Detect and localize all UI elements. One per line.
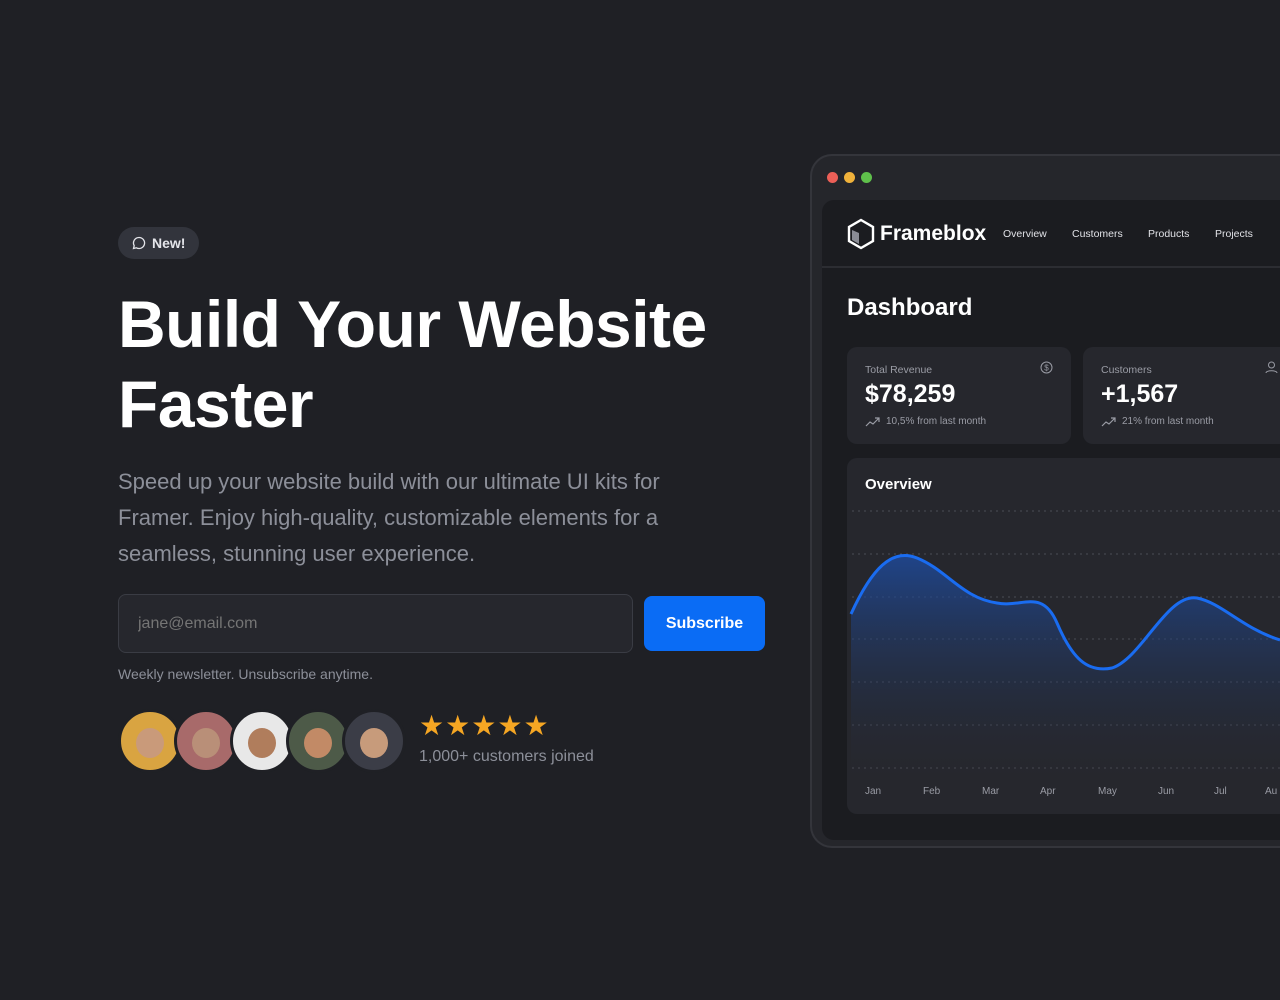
rating-stars: ★ ★ ★ ★ ★ — [419, 711, 549, 741]
trend-up-icon — [865, 416, 880, 426]
star-icon: ★ — [523, 710, 549, 741]
star-icon: ★ — [419, 710, 445, 741]
new-badge: New! — [118, 227, 200, 259]
card-label: Customers — [1101, 364, 1152, 376]
close-dot — [827, 172, 838, 183]
hero-title: Build Your Website Faster — [118, 287, 707, 441]
avatar — [174, 709, 238, 773]
maximize-dot — [861, 172, 872, 183]
overview-chart — [849, 510, 1280, 778]
month-label: Feb — [923, 786, 941, 797]
star-icon: ★ — [445, 710, 471, 741]
card-change-text: 21% from last month — [1122, 416, 1214, 427]
svg-text:$: $ — [1044, 364, 1049, 373]
star-icon: ★ — [497, 710, 523, 741]
brand-logo: Frameblox — [846, 218, 986, 250]
hero-subtitle: Speed up your website build with our ult… — [118, 469, 660, 566]
customer-avatars — [118, 709, 406, 773]
card-label: Total Revenue — [865, 364, 933, 376]
nav-overview[interactable]: Overview — [1003, 228, 1047, 240]
badge-label: New! — [152, 235, 186, 251]
nav-projects[interactable]: Projects — [1215, 228, 1253, 240]
brand-name: Frameblox — [880, 222, 987, 245]
month-label: Au — [1265, 786, 1278, 797]
card-change: 21% from last month — [1101, 416, 1214, 427]
area-fill — [851, 555, 1280, 778]
card-value: +1,567 — [1101, 380, 1179, 408]
customers-joined: 1,000+ customers joined — [419, 748, 594, 765]
dashboard-title: Dashboard — [847, 294, 973, 321]
card-value: $78,259 — [865, 380, 956, 408]
avatar — [118, 709, 182, 773]
month-label: Mar — [982, 786, 1000, 797]
newsletter-note: Weekly newsletter. Unsubscribe anytime. — [118, 666, 373, 682]
month-label: Jun — [1158, 786, 1175, 797]
user-icon — [1265, 361, 1278, 374]
month-label: May — [1098, 786, 1117, 797]
month-label: Jul — [1214, 786, 1227, 797]
month-label: Jan — [865, 786, 882, 797]
email-input[interactable] — [118, 594, 633, 653]
overview-chart-card: Overview Jan Feb Mar Apr May Jun Jul Au — [847, 458, 1280, 814]
hexagon-logo-icon — [847, 218, 875, 250]
month-label: Apr — [1040, 786, 1056, 797]
card-change-text: 10,5% from last month — [886, 416, 987, 427]
dashboard-nav: Frameblox Overview Customers Products Pr… — [822, 200, 1280, 268]
chat-bubble-icon — [132, 236, 146, 250]
star-icon: ★ — [471, 710, 497, 741]
card-change: 10,5% from last month — [865, 416, 986, 427]
dollar-icon: $ — [1040, 361, 1053, 374]
avatar — [286, 709, 350, 773]
dashboard-preview-window: Frameblox Overview Customers Products Pr… — [810, 154, 1280, 848]
revenue-card: Total Revenue $ $78,259 10,5% from last … — [847, 347, 1071, 444]
avatar — [342, 709, 406, 773]
trend-up-icon — [1101, 416, 1116, 426]
nav-customers[interactable]: Customers — [1072, 228, 1123, 240]
avatar — [230, 709, 294, 773]
subscribe-button[interactable]: Subscribe — [644, 596, 765, 651]
minimize-dot — [844, 172, 855, 183]
customers-card: Customers +1,567 21% from last month — [1083, 347, 1280, 444]
nav-products[interactable]: Products — [1148, 228, 1189, 240]
